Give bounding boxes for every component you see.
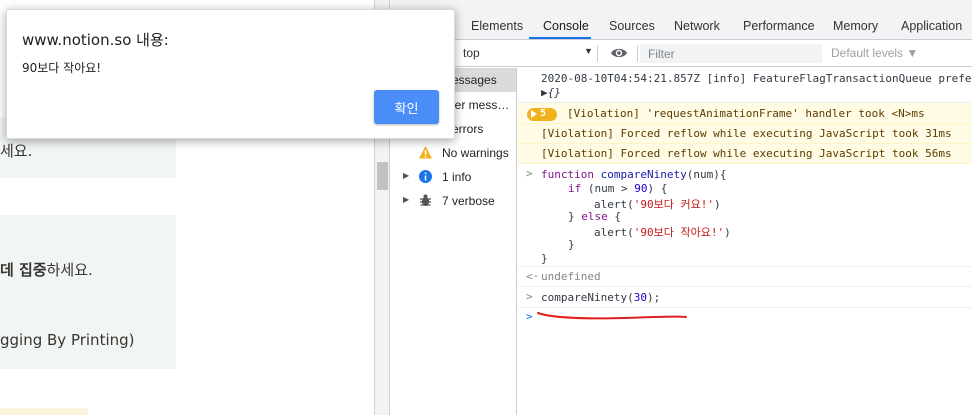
tab-elements[interactable]: Elements — [471, 19, 523, 33]
alert-origin: www.notion.so 내용: — [22, 31, 169, 49]
console-output[interactable]: 2020-08-10T04:54:21.857Z [info] FeatureF… — [518, 68, 972, 415]
code-line: } — [568, 238, 575, 251]
code-text: ); — [646, 291, 661, 304]
code-text: ) — [724, 226, 731, 239]
alert-dialog: www.notion.so 내용: 90보다 작아요! 확인 — [6, 9, 455, 139]
function-name: compareNinety — [600, 168, 687, 181]
log-object[interactable]: ▶{} — [541, 86, 561, 99]
code-line: alert('90보다 작아요!') — [594, 224, 731, 240]
code-line: } — [541, 252, 548, 265]
console-prompt[interactable]: > — [518, 308, 972, 328]
tab-performance[interactable]: Performance — [743, 19, 815, 33]
input-prompt-icon: > — [526, 167, 533, 180]
sidebar-item-verbose[interactable]: ▶ 7 verbose — [390, 189, 516, 213]
divider — [637, 45, 638, 62]
sidebar-item-warnings[interactable]: No warnings — [390, 141, 516, 165]
console-input-row: > compareNinety(30); — [518, 287, 972, 308]
code-text: ) { — [647, 182, 668, 195]
highlight-block — [0, 408, 88, 415]
code-text: (num){ — [686, 168, 727, 181]
keyword: if — [568, 182, 582, 195]
tab-memory[interactable]: Memory — [833, 19, 878, 33]
callout-block-2: 데 집중하세요. gging By Printing) — [0, 215, 176, 369]
log-text: 2020-08-10T04:54:21.857Z [info] FeatureF… — [541, 72, 972, 85]
result-arrow-icon: <· — [526, 270, 540, 283]
sidebar-item-info[interactable]: ▶ 1 info — [390, 165, 516, 189]
expand-arrow-icon[interactable]: ▶ — [403, 195, 409, 204]
expand-triangle-icon — [531, 110, 537, 118]
callout-text-2: 데 집중하세요. — [0, 259, 93, 280]
tab-sources[interactable]: Sources — [609, 19, 655, 33]
log-levels-dropdown[interactable]: Default levels ▼ — [831, 46, 918, 60]
console-warning-row: [Violation] Forced reflow while executin… — [518, 144, 972, 164]
console-log-row: 2020-08-10T04:54:21.857Z [info] FeatureF… — [518, 68, 972, 103]
active-tab-indicator — [529, 37, 591, 39]
tab-application[interactable]: Application — [901, 19, 962, 33]
console-toolbar: top ▼ Default levels ▼ — [390, 40, 972, 67]
string-literal: '90보다 작아요!' — [633, 226, 725, 239]
console-result-row: <· undefined — [518, 267, 972, 287]
callout-text-3: gging By Printing) — [0, 331, 135, 349]
number-literal: 30 — [633, 291, 647, 304]
code-text: (num > — [587, 182, 635, 195]
sidebar-item-label: 7 verbose — [442, 194, 495, 208]
text-rest: 하세요. — [46, 261, 93, 279]
result-text: undefined — [541, 270, 601, 283]
eye-icon[interactable] — [610, 46, 628, 60]
bold-text: 데 집중 — [0, 261, 47, 279]
keyword: function — [541, 168, 594, 181]
keyword: else — [581, 210, 608, 223]
tab-network[interactable]: Network — [674, 19, 720, 33]
chevron-down-icon[interactable]: ▼ — [584, 46, 593, 56]
active-prompt-icon: > — [526, 310, 533, 323]
code-line: compareNinety(30); — [541, 291, 660, 304]
console-warning-row: 5 [Violation] 'requestAnimationFrame' ha… — [518, 103, 972, 124]
code-text: alert( — [594, 226, 634, 239]
sidebar-item-label: 1 info — [442, 170, 472, 184]
ok-button[interactable]: 확인 — [374, 90, 439, 124]
devtools-tab-bar: Elements Console Sources Network Perform… — [390, 0, 972, 40]
badge-count: 5 — [540, 108, 547, 119]
code-text: } — [568, 210, 582, 223]
warning-icon — [419, 146, 432, 159]
tab-console[interactable]: Console — [543, 19, 589, 33]
context-selector[interactable]: top — [463, 46, 480, 60]
code-line: if (num > 90) { — [568, 182, 667, 195]
expand-arrow-icon[interactable]: ▶ — [403, 171, 409, 180]
filter-input[interactable] — [640, 44, 822, 63]
devtools-panel: Elements Console Sources Network Perform… — [390, 0, 972, 415]
divider — [597, 45, 598, 62]
console-input-row: > function compareNinety(num){ if (num >… — [518, 164, 972, 267]
code-line: } else { — [568, 210, 621, 223]
alert-message: 90보다 작아요! — [22, 61, 102, 75]
input-prompt-icon: > — [526, 290, 533, 303]
code-text: compareNinety( — [541, 291, 634, 304]
code-text: ) — [713, 198, 721, 211]
console-warning-row: [Violation] Forced reflow while executin… — [518, 124, 972, 144]
info-icon — [419, 170, 432, 183]
sidebar-item-label: No warnings — [442, 146, 509, 160]
bug-icon — [420, 194, 431, 206]
warning-text: [Violation] Forced reflow while executin… — [541, 127, 952, 140]
string-literal: '90보다 커요!' — [633, 198, 714, 211]
code-text: { — [607, 210, 621, 223]
number-literal: 90 — [634, 182, 648, 195]
scrollbar-thumb[interactable] — [377, 162, 388, 190]
warning-text: [Violation] 'requestAnimationFrame' hand… — [567, 107, 925, 120]
callout-text: 세요. — [0, 142, 33, 160]
warning-text: [Violation] Forced reflow while executin… — [541, 147, 952, 160]
repeat-count-badge[interactable]: 5 — [527, 108, 557, 121]
code-line: function compareNinety(num){ — [541, 168, 726, 181]
